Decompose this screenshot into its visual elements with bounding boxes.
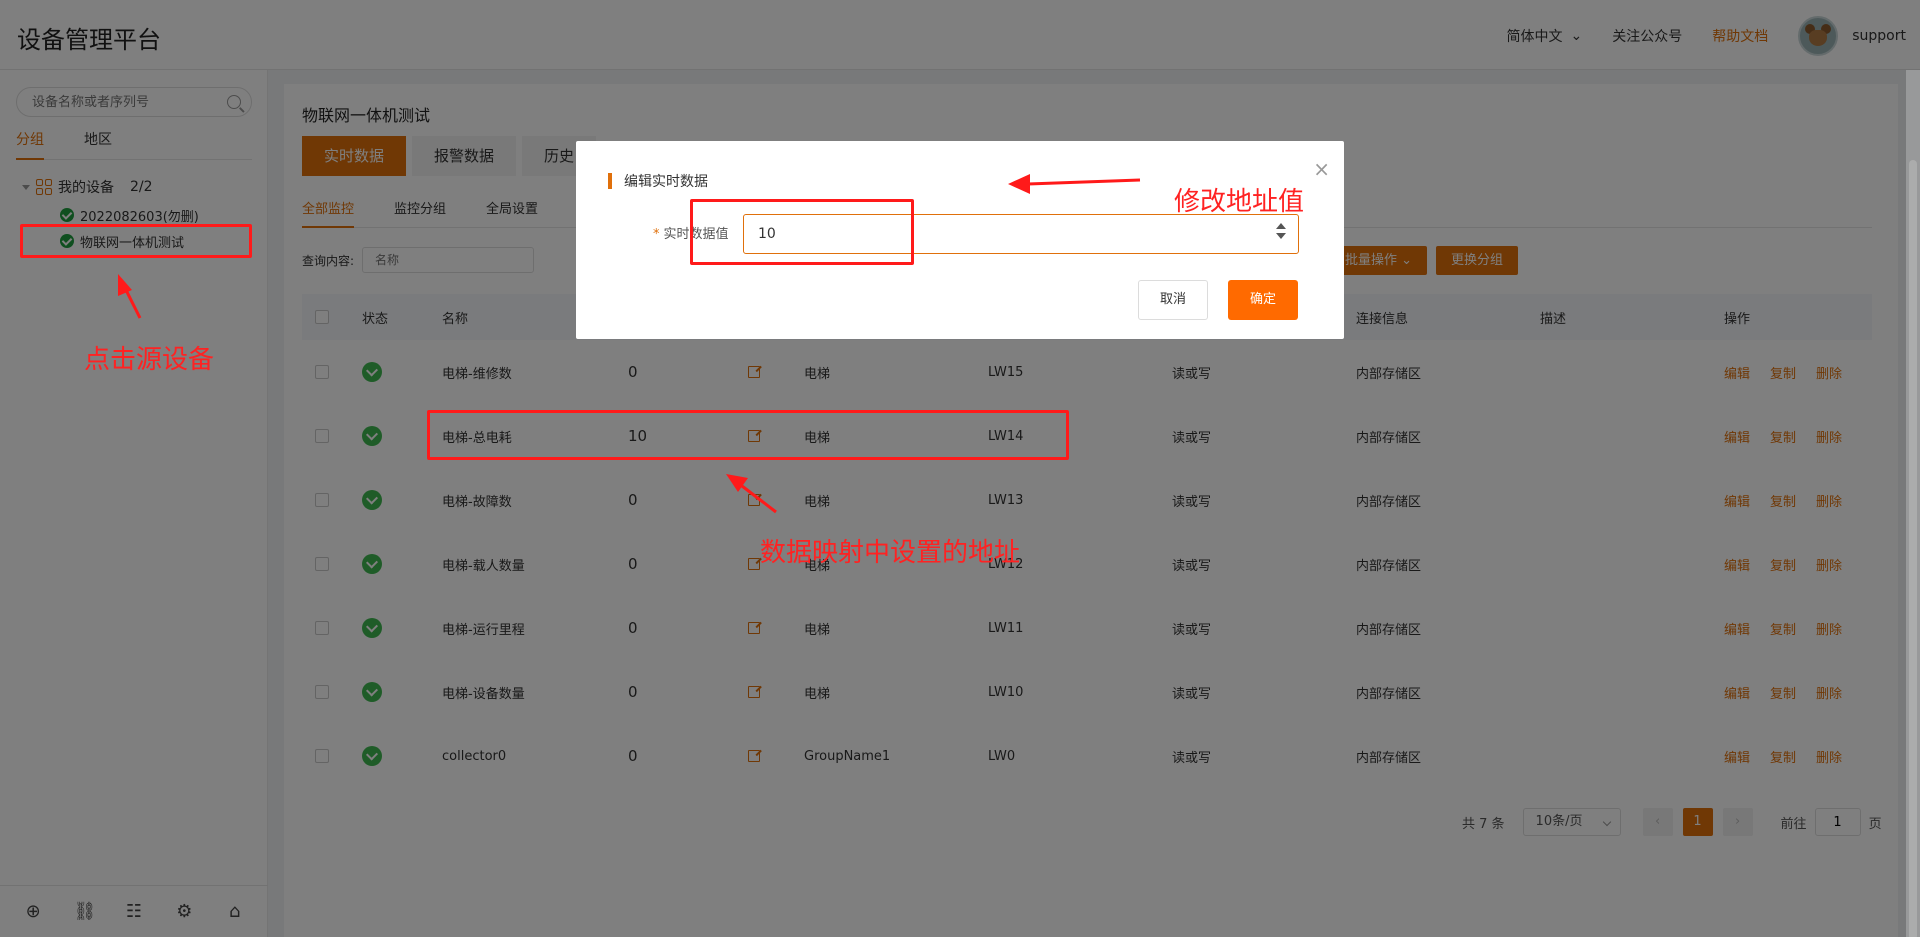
annotation-click-source: 点击源设备	[84, 345, 215, 375]
annotation-mapping-address: 数据映射中设置的地址	[760, 538, 1021, 568]
annotation-box-source-device	[20, 224, 252, 258]
annotation-box-value-field	[690, 199, 914, 265]
cancel-button[interactable]: 取消	[1138, 280, 1208, 320]
close-icon[interactable]: ×	[1313, 157, 1330, 181]
annotation-modify-value: 修改地址值	[1174, 187, 1305, 217]
scrollbar-thumb[interactable]	[1909, 160, 1917, 937]
dialog-title: 编辑实时数据	[624, 174, 708, 190]
step-down-icon[interactable]	[1276, 233, 1286, 239]
scrollbar[interactable]	[1906, 70, 1920, 937]
required-mark: *	[653, 227, 660, 242]
annotation-box-table-row	[427, 410, 1069, 460]
value-stepper[interactable]	[1274, 219, 1288, 249]
title-accent-bar	[608, 173, 612, 189]
step-up-icon[interactable]	[1276, 223, 1286, 229]
confirm-button[interactable]: 确定	[1228, 280, 1298, 320]
